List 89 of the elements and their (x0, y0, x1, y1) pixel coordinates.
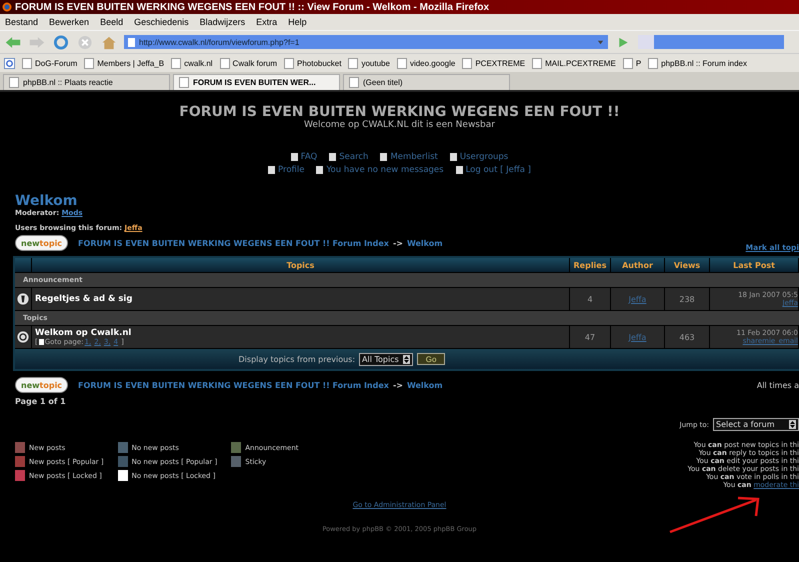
forum-subtitle: Welcome op CWALK.NL dit is een Newsbar (303, 120, 496, 130)
page-icon (171, 58, 182, 68)
nav-link[interactable]: Memberlist (380, 152, 438, 162)
forum-select[interactable]: Select a forum (713, 418, 799, 431)
forward-icon[interactable] (28, 34, 46, 50)
topics-period-select[interactable]: All Topics (359, 352, 413, 366)
page-icon (284, 58, 294, 68)
topic-title-link[interactable]: Welkom op Cwalk.nl (35, 328, 132, 338)
nav-link[interactable]: Log out [ Jeffa ] (456, 165, 531, 175)
nav-link[interactable]: FAQ (290, 152, 318, 162)
nav-icon (290, 153, 298, 161)
bookmark-link[interactable]: MAIL.PCEXTREME (532, 58, 616, 68)
page-icon (349, 77, 359, 88)
page-icon (622, 58, 633, 68)
stop-icon[interactable] (76, 34, 94, 50)
page-icon (648, 58, 658, 68)
page-icon (532, 58, 542, 68)
search-engine-icon[interactable] (4, 58, 15, 68)
nav-link[interactable]: Usergroups (450, 152, 508, 162)
bookmark-link[interactable]: Photobucket (284, 58, 342, 68)
column-header: Last Post (710, 258, 799, 272)
new-topic-button[interactable]: newtopic (15, 235, 68, 251)
menu-item[interactable]: Help (288, 17, 307, 27)
page-icon (22, 58, 32, 68)
header-corner (15, 258, 32, 272)
browser-tab[interactable]: FORUM IS EVEN BUITEN WER... (173, 74, 340, 90)
replies-cell: 4 (570, 287, 611, 310)
breadcrumb-link[interactable]: FORUM IS EVEN BUITEN WERKING WEGENS EEN FOUT !! Forum Index (78, 380, 389, 390)
display-label: Display topics from previous: (238, 354, 356, 364)
breadcrumb-separator: -> (392, 238, 403, 248)
replies-cell: 47 (570, 325, 611, 348)
nav-link[interactable]: Search (329, 152, 368, 162)
bookmark-link[interactable]: P (622, 58, 642, 68)
dropdown-arrows-icon[interactable] (402, 354, 410, 364)
window-title: FORUM IS EVEN BUITEN WERKING WEGENS EEN FOUT !! :: View Forum - Welkom - Mozilla Firefox (15, 2, 490, 12)
menu-item[interactable]: Bewerken (49, 17, 90, 27)
bookmark-link[interactable]: video.google (396, 58, 456, 68)
address-field[interactable]: http://www.cwalk.nl/forum/viewforum.php?f=1 (124, 35, 608, 49)
breadcrumb-link[interactable]: FORUM IS EVEN BUITEN WERKING WEGENS EEN FOUT !! Forum Index (78, 238, 389, 248)
breadcrumb-separator: -> (392, 380, 403, 390)
menu-item[interactable]: Beeld (100, 17, 124, 27)
bookmark-link[interactable]: Members | Jeffa_B (84, 58, 164, 68)
menu-item[interactable]: Bestand (5, 17, 38, 27)
new-topic-button[interactable]: newtopic (15, 377, 68, 393)
column-header: Author (611, 258, 665, 272)
breadcrumb-link[interactable]: Welkom (406, 238, 443, 248)
dropdown-arrows-icon[interactable] (789, 420, 796, 429)
bookmark-link[interactable]: DoG-Forum (22, 58, 78, 68)
menu-item[interactable]: Bladwijzers (200, 17, 246, 27)
page-icon (38, 339, 44, 345)
nav-link[interactable]: Profile (268, 165, 304, 175)
forum-title: FORUM IS EVEN BUITEN WERKING WEGENS EEN FOUT !! (178, 104, 621, 120)
page-icon (9, 77, 19, 88)
page-icon (128, 38, 135, 46)
browser-tab[interactable]: phpBB.nl :: Plaats reactie (3, 74, 170, 90)
column-header: Topics (32, 258, 570, 272)
bookmark-link[interactable]: phpBB.nl :: Forum index (648, 58, 747, 68)
breadcrumb-link[interactable]: Welkom (406, 380, 443, 390)
search-field[interactable] (638, 35, 784, 49)
menu-item[interactable]: Geschiedenis (134, 17, 189, 27)
nav-link[interactable]: You have no new messages (316, 165, 444, 175)
menu-item[interactable]: Extra (256, 17, 278, 27)
forum-name: Welkom (15, 193, 78, 209)
page-icon (396, 58, 407, 68)
nav-icon (380, 153, 388, 161)
topic-title-link[interactable]: Regeltjes & ad & sig (35, 294, 132, 304)
page-icon (220, 58, 230, 68)
column-header: Views (665, 258, 710, 272)
views-cell: 463 (665, 325, 710, 348)
reload-icon[interactable] (52, 34, 70, 50)
bookmark-link[interactable]: youtube (348, 58, 390, 68)
nav-icon (268, 166, 276, 174)
home-icon[interactable] (100, 34, 118, 50)
page-icon (348, 58, 358, 68)
back-icon[interactable] (4, 34, 22, 50)
timezone-note: All times a (756, 380, 799, 390)
browser-logo-icon (2, 2, 12, 12)
go-button[interactable]: Go (416, 353, 446, 365)
bookmark-link[interactable]: Cwalk forum (220, 58, 277, 68)
page-icon (179, 77, 189, 88)
browser-tab[interactable]: (Geen titel) (343, 74, 510, 90)
bookmark-link[interactable]: PCEXTREME (462, 58, 526, 68)
page-icon (462, 58, 472, 68)
bookmark-link[interactable]: cwalk.nl (171, 58, 213, 68)
page-icon (84, 58, 94, 68)
page-info: Page 1 of 1 (15, 397, 67, 406)
column-header: Replies (570, 258, 611, 272)
views-cell: 238 (665, 287, 710, 310)
dropdown-caret-icon[interactable] (597, 38, 604, 46)
